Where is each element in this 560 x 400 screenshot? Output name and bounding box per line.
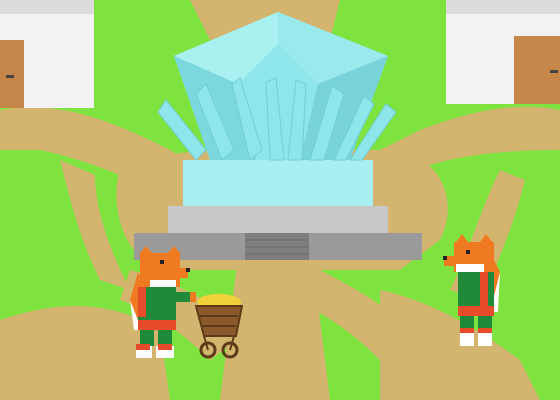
house-left — [0, 0, 94, 108]
game-scene — [0, 0, 560, 400]
fox-shirt — [458, 272, 494, 310]
scene-canvas — [0, 0, 560, 400]
house-right — [446, 0, 560, 104]
